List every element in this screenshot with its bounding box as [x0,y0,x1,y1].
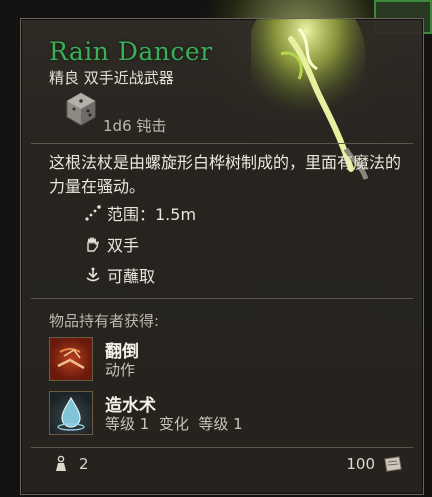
property-label: 双手 [107,236,140,255]
dippable-icon [83,265,103,285]
property-label: 范围：1.5m [107,205,197,224]
ability-topple[interactable]: 翻倒 动作 [49,337,409,383]
item-description: 这根法杖是由螺旋形白桦树制成的，里面有魔法的力量在骚动。 [49,153,402,196]
item-value: 100 [346,455,403,473]
ability-level: 等级 1 变化 等级 1 [105,415,243,433]
divider [31,143,413,144]
range-icon [83,203,103,223]
topple-icon [49,337,93,381]
grants-label: 物品持有者获得: [49,312,160,330]
property-label: 可蘸取 [107,267,156,286]
value-amount: 100 [346,455,375,473]
item-type: 精良 双手近战武器 [49,69,174,87]
item-weight: 2 [53,455,89,473]
create-water-icon [49,391,93,435]
property-two-handed: 双手 [83,232,139,256]
divider [31,298,413,299]
ability-create-water[interactable]: 造水术 等级 1 变化 等级 1 [49,391,409,437]
tooltip-scene: Rain Dancer 精良 双手近战武器 1d6 钝击 这根法杖是由螺旋形白桦… [0,0,432,497]
damage-roll: 1d6 钝击 [103,117,167,135]
weight-value: 2 [79,455,89,473]
property-range: 范围：1.5m [83,201,196,225]
two-hands-icon [83,234,103,254]
gold-icon [383,455,403,473]
weight-icon [53,455,69,473]
item-tooltip: Rain Dancer 精良 双手近战武器 1d6 钝击 这根法杖是由螺旋形白桦… [20,18,424,495]
d6-dice-icon [66,92,96,126]
item-name: Rain Dancer [49,37,213,66]
property-dippable: 可蘸取 [83,263,155,287]
ability-type: 动作 [105,361,136,379]
divider [31,447,413,448]
